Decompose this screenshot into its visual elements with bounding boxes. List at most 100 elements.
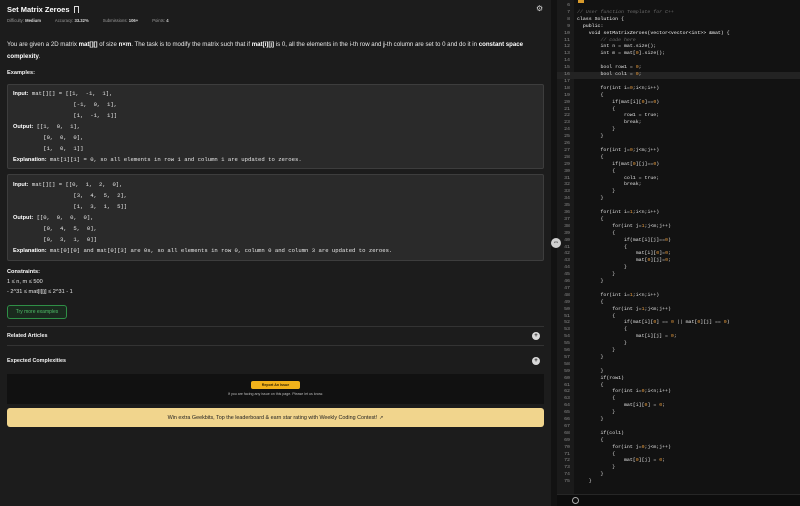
- code-line[interactable]: 47: [557, 286, 800, 293]
- constraints-label: Constraints:: [7, 269, 40, 275]
- report-issue-button[interactable]: Report An Issue: [251, 381, 300, 389]
- accordion-related-articles[interactable]: Related Articles +: [7, 327, 544, 345]
- line-number: 66: [564, 417, 570, 422]
- line-number: 68: [564, 430, 570, 436]
- code-text: if(mat[i][0]==0): [577, 99, 660, 105]
- code-line[interactable]: 19 {: [557, 93, 800, 100]
- line-number: 56: [564, 348, 570, 353]
- settings-icon[interactable]: [572, 497, 579, 504]
- code-text: {: [577, 92, 604, 98]
- code-line[interactable]: 29 if(mat[0][j]==0): [557, 162, 800, 169]
- code-line[interactable]: 35: [557, 203, 800, 210]
- line-number: 28: [564, 154, 570, 160]
- code-line[interactable]: 36 for(int i=1;i<n;i++): [557, 210, 800, 217]
- code-line[interactable]: 37 {: [557, 217, 800, 224]
- code-line[interactable]: 68 if(col1): [557, 431, 800, 438]
- code-line[interactable]: 38 for(int j=1;j<m;j++): [557, 224, 800, 231]
- code-line[interactable]: 9 public:: [557, 24, 800, 31]
- code-line[interactable]: 59 }: [557, 369, 800, 376]
- code-line[interactable]: 50 for(int j=1;j<m;j++): [557, 307, 800, 314]
- external-link-icon: ↗: [379, 414, 384, 421]
- code-line[interactable]: 17: [557, 79, 800, 86]
- code-line[interactable]: 15 bool row1 = 0;: [557, 65, 800, 72]
- code-line[interactable]: 46 }: [557, 279, 800, 286]
- line-number: 70: [564, 444, 570, 450]
- code-line[interactable]: 74 }: [557, 472, 800, 479]
- code-line[interactable]: 6: [557, 3, 800, 10]
- expand-icon[interactable]: +: [532, 357, 540, 365]
- code-text: }: [577, 279, 604, 284]
- code-line[interactable]: 30 {: [557, 169, 800, 176]
- problem-title: Set Matrix Zeroes: [7, 5, 70, 14]
- meta-accuracy: Accuracy: 33.32%: [54, 18, 89, 23]
- code-line[interactable]: 8 class Solution {: [557, 17, 800, 24]
- line-number: 49: [564, 299, 570, 305]
- code-line[interactable]: 10 void setMatrixZeroes(vector<vector<in…: [557, 31, 800, 38]
- code-line[interactable]: 39 {: [557, 231, 800, 238]
- code-line[interactable]: 26: [557, 141, 800, 148]
- line-number: 26: [564, 141, 570, 146]
- code-line[interactable]: 66 }: [557, 417, 800, 424]
- line-number: 75: [564, 479, 570, 485]
- line-number: 8: [567, 16, 570, 22]
- code-line[interactable]: 67: [557, 424, 800, 431]
- code-text: public:: [577, 23, 604, 29]
- line-number: 17: [564, 78, 570, 84]
- code-line[interactable]: 25 }: [557, 134, 800, 141]
- line-number: 6: [567, 3, 570, 8]
- code-text: for(int i=1;i<n;i++): [577, 210, 660, 215]
- drag-handle-icon[interactable]: ⇔: [551, 238, 561, 248]
- code-text: for(int i=0;i<n;i++): [577, 85, 660, 91]
- line-number: 20: [564, 99, 570, 105]
- code-text: for(int j=1;j<m;j++): [577, 306, 671, 312]
- code-line[interactable]: 57 }: [557, 355, 800, 362]
- expand-icon[interactable]: +: [532, 332, 540, 340]
- code-text: }: [577, 368, 604, 374]
- code-line[interactable]: 34 }: [557, 196, 800, 203]
- line-number: 38: [564, 223, 570, 229]
- code-line[interactable]: 45 }: [557, 272, 800, 279]
- code-line[interactable]: 7 // User function Template for C++: [557, 10, 800, 17]
- divider: [7, 345, 544, 346]
- code-text: }: [577, 348, 616, 353]
- code-line[interactable]: 48 for(int i=1;i<n;i++): [557, 293, 800, 300]
- code-text: }: [577, 479, 592, 485]
- code-line[interactable]: 56 }: [557, 348, 800, 355]
- code-line[interactable]: 28 {: [557, 155, 800, 162]
- code-line[interactable]: 65 }: [557, 410, 800, 417]
- code-text: }: [577, 196, 604, 202]
- constraint-item: - 2^31 ≤ mat[i][j] ≤ 2^31 - 1: [7, 289, 73, 295]
- code-text: for(int j=0;j<m;j++): [577, 444, 671, 450]
- accordion-expected-complexities[interactable]: Expected Complexities +: [7, 352, 544, 370]
- code-text: void setMatrixZeroes(vector<vector<int>>…: [577, 30, 730, 36]
- code-text: if(mat[i][j]==0): [577, 237, 671, 243]
- code-line[interactable]: 40 if(mat[i][j]==0): [557, 238, 800, 245]
- gear-icon[interactable]: ⚙: [536, 5, 543, 13]
- code-line[interactable]: 20 if(mat[i][0]==0): [557, 100, 800, 107]
- line-number: 19: [564, 92, 570, 98]
- code-line[interactable]: 58: [557, 362, 800, 369]
- code-line[interactable]: 16 bool col1 = 0;: [557, 72, 800, 79]
- code-text: int m = mat[0].size();: [577, 51, 666, 57]
- code-line[interactable]: 55 }: [557, 341, 800, 348]
- code-line[interactable]: 60 if(row1): [557, 376, 800, 383]
- code-line[interactable]: 49 {: [557, 300, 800, 307]
- code-line[interactable]: 69 {: [557, 438, 800, 445]
- code-line[interactable]: 70 for(int j=0;j<m;j++): [557, 445, 800, 452]
- try-more-examples-button[interactable]: Try more examples: [7, 305, 67, 319]
- code-text: }: [577, 417, 604, 422]
- line-number: 47: [564, 285, 570, 291]
- line-number: 39: [564, 230, 570, 236]
- code-line[interactable]: 27 for(int j=0;j<m;j++): [557, 148, 800, 155]
- code-line[interactable]: 75 }: [557, 479, 800, 486]
- examples-label: Examples:: [7, 70, 35, 76]
- contest-banner[interactable]: Win extra Geekbits, Top the leaderboard …: [7, 408, 544, 427]
- bookmark-icon[interactable]: [73, 6, 79, 13]
- line-number: 10: [564, 30, 570, 36]
- line-number: 25: [564, 134, 570, 140]
- code-editor[interactable]: 6 7 // User function Template for C++ 8 clas…: [557, 0, 800, 506]
- contest-banner-text: Win extra Geekbits, Top the leaderboard …: [167, 414, 378, 421]
- code-line[interactable]: 18 for(int i=0;i<n;i++): [557, 86, 800, 93]
- code-text: {: [577, 437, 604, 443]
- code-line[interactable]: 13 int m = mat[0].size();: [557, 51, 800, 58]
